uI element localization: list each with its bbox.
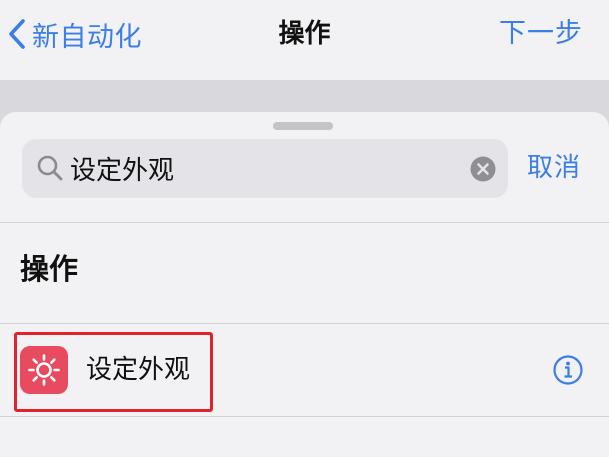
action-row-set-appearance[interactable]: 设定外观 xyxy=(0,324,609,416)
search-field[interactable] xyxy=(22,139,508,198)
info-icon[interactable] xyxy=(553,355,583,389)
sheet-grabber[interactable] xyxy=(273,122,333,130)
sun-icon xyxy=(20,346,68,394)
action-label: 设定外观 xyxy=(86,355,191,385)
divider xyxy=(0,416,609,417)
clear-search-icon[interactable] xyxy=(470,156,496,186)
next-button[interactable]: 下一步 xyxy=(499,14,583,54)
section-title: 操作 xyxy=(20,252,79,286)
cancel-button[interactable]: 取消 xyxy=(527,139,581,198)
divider xyxy=(0,222,609,223)
navigation-bar: 新自动化 操作 下一步 xyxy=(0,0,609,80)
search-input[interactable] xyxy=(70,139,470,198)
search-icon xyxy=(36,154,64,186)
action-picker-sheet: 取消 操作 设定外观 xyxy=(0,112,609,457)
